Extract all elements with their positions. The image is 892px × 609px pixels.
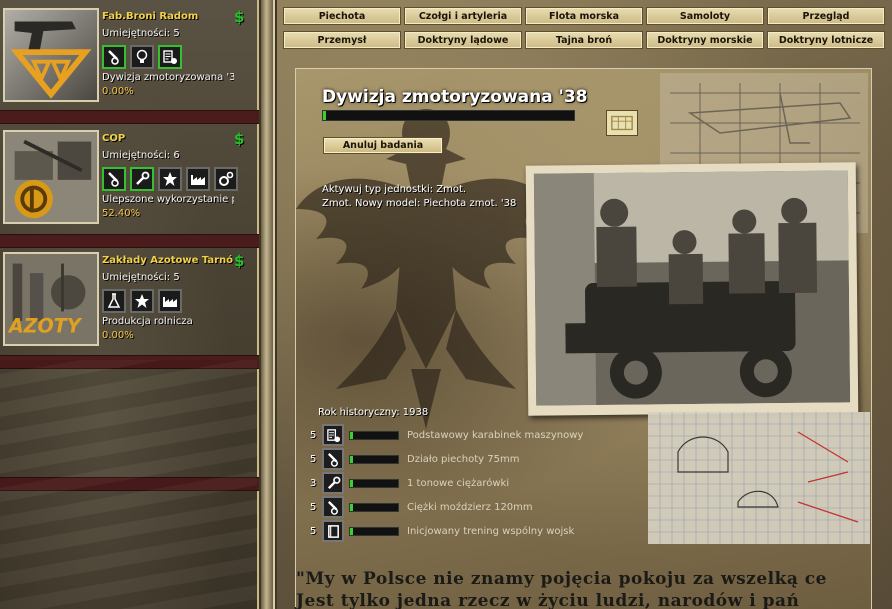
requirement-level: 5 xyxy=(310,525,317,537)
requirement-level: 3 xyxy=(310,477,317,489)
company-skill: Umiejętności: 6 xyxy=(102,150,180,161)
tab-industry[interactable]: Przemysł xyxy=(283,31,401,49)
company-progress: 52.40% xyxy=(102,208,141,219)
tab-land-doctrines[interactable]: Doktryny lądowe xyxy=(404,31,522,49)
requirement-level: 5 xyxy=(310,429,317,441)
dollar-icon: $ xyxy=(234,130,245,148)
tab-overview[interactable]: Przegląd xyxy=(767,7,885,25)
pistol-logo-icon xyxy=(5,10,97,100)
star-icon xyxy=(158,167,182,191)
company-name: COP xyxy=(102,133,126,144)
effect-line: Aktywuj typ jednostki: Zmot. xyxy=(322,184,467,195)
tech-title: Dywizja zmotoryzowana '38 xyxy=(322,87,588,107)
company-logo xyxy=(3,130,99,224)
company-name: Zakłady Azotowe Tarnó xyxy=(102,255,234,266)
blueprint-icon[interactable] xyxy=(606,110,638,136)
company-project: Produkcja rolnicza xyxy=(102,316,193,327)
progress-fill xyxy=(350,455,353,463)
company-panel: Fab.Broni Radom $ Umiejętności: 5 Dywizj… xyxy=(0,0,259,609)
requirement-label: Podstawowy karabinek maszynowy xyxy=(407,429,584,441)
flask-icon xyxy=(102,289,126,313)
requirement-row[interactable]: 5 Działo piechoty 75mm xyxy=(310,447,630,471)
requirement-level: 5 xyxy=(310,501,317,513)
requirement-label: Inicjowany trening wspólny wojsk xyxy=(407,525,575,537)
factory-icon xyxy=(158,289,182,313)
document-gear-icon xyxy=(322,424,344,446)
progress-fill xyxy=(350,503,353,511)
requirement-progress xyxy=(349,502,399,512)
requirement-progress xyxy=(349,430,399,440)
specialty-icons xyxy=(102,289,182,313)
company-progress: 0.00% xyxy=(102,330,134,341)
quote-line: "My w Polsce nie znamy pojęcia pokoju za… xyxy=(296,569,827,589)
cancel-research-button[interactable]: Anuluj badania xyxy=(323,137,443,154)
wrench-icon xyxy=(322,472,344,494)
company-project: Dywizja zmotoryzowana '3 xyxy=(102,72,234,83)
artillery-icon xyxy=(102,45,126,69)
requirement-row[interactable]: 5 Inicjowany trening wspólny wojsk xyxy=(310,519,630,543)
azoty-logo-icon: AZOTY xyxy=(5,254,97,344)
tab-armor-artillery[interactable]: Czołgi i artyleria xyxy=(404,7,522,25)
requirement-progress xyxy=(349,478,399,488)
gears-icon xyxy=(214,167,238,191)
separator xyxy=(0,477,259,491)
tech-effects: Aktywuj typ jednostki: Zmot. Zmot. Nowy … xyxy=(322,184,516,212)
requirement-row[interactable]: 5 Podstawowy karabinek maszynowy xyxy=(310,423,630,447)
historical-year: Rok historyczny: 1938 xyxy=(318,407,429,418)
company-card[interactable]: COP $ Umiejętności: 6 Ulepszone wykorzys… xyxy=(0,122,259,226)
progress-fill xyxy=(350,431,353,439)
requirement-row[interactable]: 3 1 tonowe ciężarówki xyxy=(310,471,630,495)
star-icon xyxy=(130,289,154,313)
quote-line: Jest tylko jedna rzecz w życiu ludzi, na… xyxy=(296,591,800,609)
progress-fill xyxy=(350,527,353,535)
company-card[interactable]: AZOTY Zakłady Azotowe Tarnó $ Umiejętnoś… xyxy=(0,244,259,348)
effect-line: Zmot. Nowy model: Piechota zmot. '38 xyxy=(322,198,517,209)
artillery-icon xyxy=(322,496,344,518)
separator xyxy=(0,355,259,369)
specialty-icons xyxy=(102,167,238,191)
factory-icon xyxy=(186,167,210,191)
book-icon xyxy=(322,520,344,542)
tech-progress-bar xyxy=(322,110,575,121)
tab-naval-doctrines[interactable]: Doktryny morskie xyxy=(646,31,764,49)
company-project: Ulepszone wykorzystanie p xyxy=(102,194,234,205)
specialty-icons xyxy=(102,45,182,69)
requirement-level: 5 xyxy=(310,453,317,465)
progress-fill xyxy=(350,479,353,487)
wrench-icon xyxy=(130,167,154,191)
dollar-icon: $ xyxy=(234,8,245,26)
requirement-label: Działo piechoty 75mm xyxy=(407,453,520,465)
tab-aircraft[interactable]: Samoloty xyxy=(646,7,764,25)
company-logo: AZOTY xyxy=(3,252,99,346)
lightbulb-icon xyxy=(130,45,154,69)
company-card[interactable]: Fab.Broni Radom $ Umiejętności: 5 Dywizj… xyxy=(0,0,259,104)
company-progress: 0.00% xyxy=(102,86,134,97)
requirements-list: 5 Podstawowy karabinek maszynowy 5 Dział… xyxy=(310,423,630,543)
panel-divider xyxy=(261,0,275,609)
requirement-label: Ciężki moździerz 120mm xyxy=(407,501,533,513)
dollar-icon: $ xyxy=(234,252,245,270)
artillery-icon xyxy=(102,167,126,191)
svg-text:AZOTY: AZOTY xyxy=(7,315,83,338)
company-skill: Umiejętności: 5 xyxy=(102,28,180,39)
requirement-progress xyxy=(349,454,399,464)
tab-air-doctrines[interactable]: Doktryny lotnicze xyxy=(767,31,885,49)
company-name: Fab.Broni Radom xyxy=(102,11,199,22)
progress-fill xyxy=(323,111,326,120)
tab-naval[interactable]: Flota morska xyxy=(525,7,643,25)
sketch-notes xyxy=(648,412,870,544)
document-gear-icon xyxy=(158,45,182,69)
requirement-progress xyxy=(349,526,399,536)
company-logo xyxy=(3,8,99,102)
requirement-label: 1 tonowe ciężarówki xyxy=(407,477,510,489)
tab-infantry[interactable]: Piechota xyxy=(283,7,401,25)
artillery-icon xyxy=(322,448,344,470)
company-skill: Umiejętności: 5 xyxy=(102,272,180,283)
tab-secret-weapons[interactable]: Tajna broń xyxy=(525,31,643,49)
historical-photo xyxy=(525,162,859,416)
historical-quote: "My w Polsce nie znamy pojęcia pokoju za… xyxy=(296,568,892,609)
category-tabs: Piechota Czołgi i artyleria Flota morska… xyxy=(283,7,887,49)
requirement-row[interactable]: 5 Ciężki moździerz 120mm xyxy=(310,495,630,519)
cop-logo-icon xyxy=(5,132,97,222)
